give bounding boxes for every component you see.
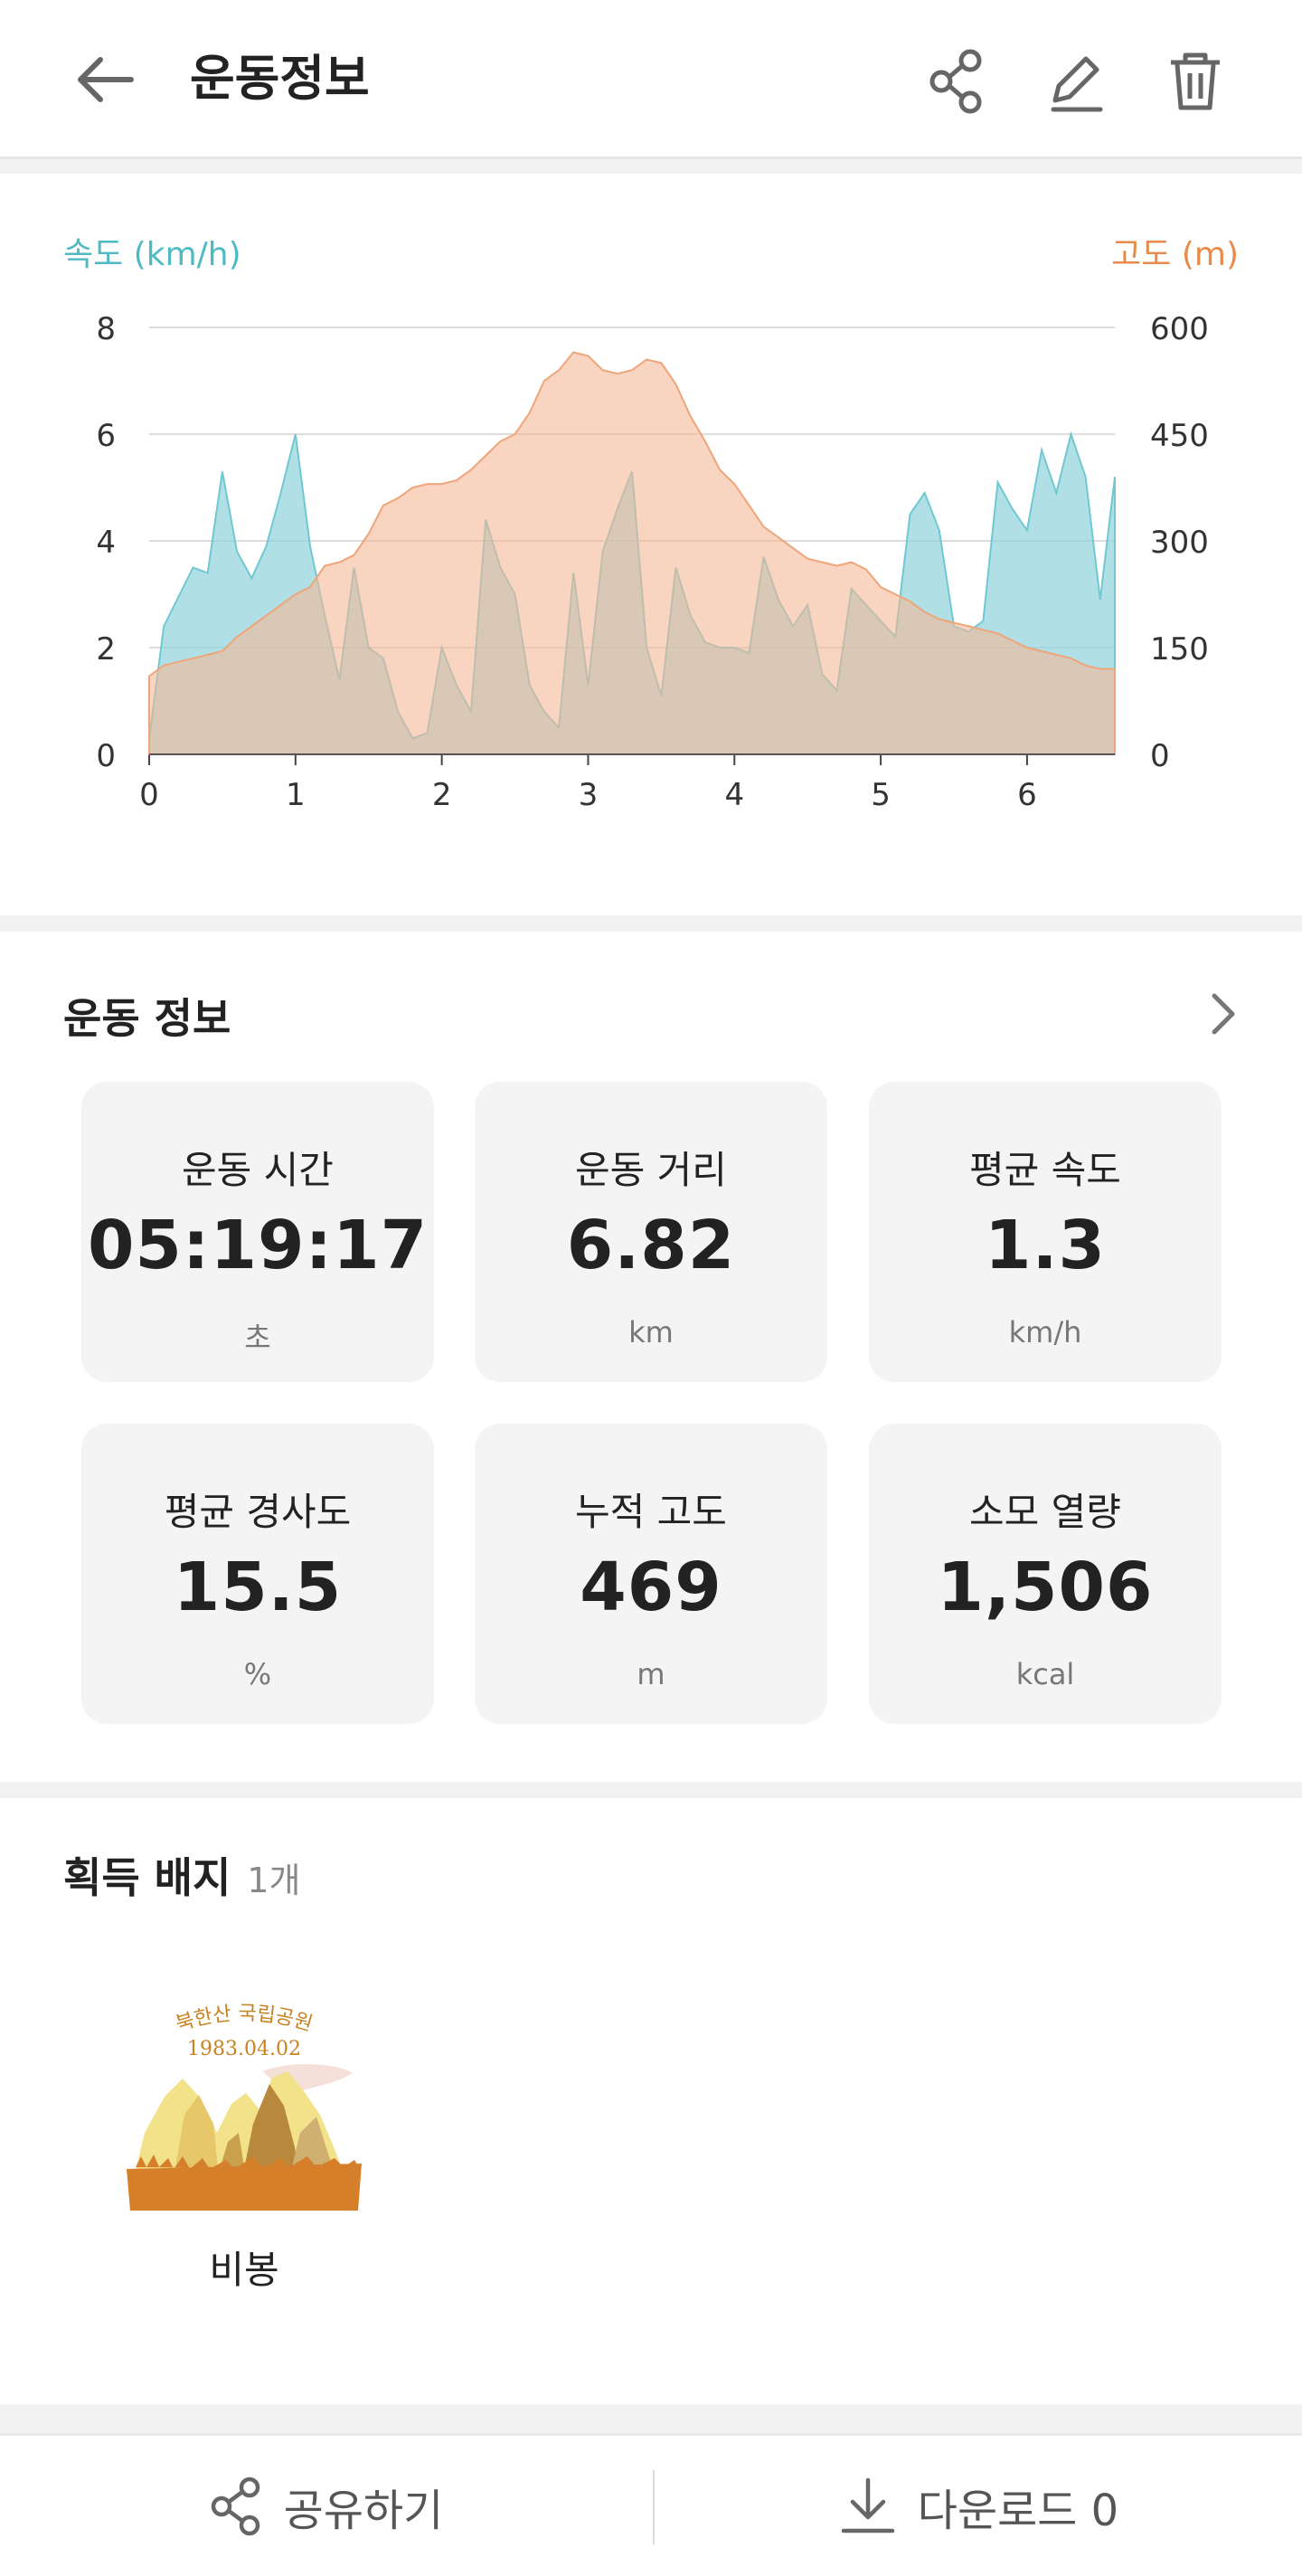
y-right-tick-label: 600: [1150, 311, 1209, 347]
badge-park-text: 북한산 국립공원: [174, 2003, 316, 2036]
download-icon: [841, 2477, 895, 2533]
stat-unit: km: [628, 1315, 674, 1350]
speed-axis-label: 속도 (km/h): [63, 236, 241, 273]
stat-value: 05:19:17: [87, 1207, 429, 1284]
altitude-axis-label: 고도 (m): [1111, 236, 1239, 273]
stat-card-calories: 소모 열량 1,506 kcal: [869, 1424, 1222, 1724]
share-icon: [211, 2477, 259, 2535]
stat-unit: km/h: [1008, 1315, 1082, 1350]
y-right-tick-label: 150: [1150, 631, 1209, 668]
share-action-label: 공유하기: [283, 2485, 444, 2536]
badges-section: 획득 배지 1개 북한산 국립공원 1983.04.02 비봉: [0, 1798, 1302, 2404]
share-icon: [929, 49, 982, 114]
badges-title: 획득 배지 1개: [63, 1845, 300, 1905]
x-tick-label: 2: [432, 777, 452, 813]
stat-value: 15.5: [173, 1548, 343, 1626]
stat-unit: 초: [244, 1321, 271, 1355]
y-left-tick-label: 4: [96, 525, 116, 561]
section-divider: [0, 2404, 1302, 2433]
edit-button[interactable]: [1038, 43, 1114, 119]
workout-info-section: 운동 정보 운동 시간 05:19:17 초 운동 거리 6.82 km 평균 …: [0, 932, 1302, 1782]
stat-value: 469: [580, 1548, 722, 1626]
stat-unit: kcal: [1015, 1657, 1075, 1691]
stat-label: 운동 거리: [575, 1148, 727, 1192]
chevron-right-icon: [1212, 993, 1235, 1035]
y-left-tick-label: 2: [96, 631, 116, 668]
y-right-tick-label: 450: [1150, 418, 1209, 454]
badges-count: 1개: [247, 1861, 301, 1900]
badge-item[interactable]: 북한산 국립공원 1983.04.02: [127, 1997, 362, 2214]
trash-icon: [1171, 52, 1220, 110]
stat-label: 운동 시간: [182, 1148, 334, 1192]
stat-unit: %: [243, 1657, 272, 1691]
edit-icon: [1051, 56, 1103, 112]
x-tick-label: 5: [871, 777, 891, 813]
y-left-tick-label: 8: [96, 311, 116, 347]
share-action-button[interactable]: 공유하기: [0, 2436, 651, 2576]
x-tick-label: 0: [139, 777, 159, 813]
badge-date-text: 1983.04.02: [187, 2038, 301, 2060]
workout-info-detail-button[interactable]: [1201, 982, 1246, 1046]
bottom-action-bar: 공유하기 다운로드 0: [0, 2433, 1302, 2576]
x-tick-label: 1: [286, 777, 306, 813]
section-divider: [0, 915, 1302, 932]
stat-unit: m: [637, 1657, 665, 1691]
download-action-label: 다운로드 0: [917, 2485, 1119, 2536]
section-divider: [0, 159, 1302, 174]
workout-info-title: 운동 정보: [63, 994, 231, 1043]
stat-value: 1.3: [984, 1207, 1107, 1284]
x-tick-label: 3: [579, 777, 599, 813]
y-right-tick-label: 0: [1150, 738, 1170, 774]
stat-value: 6.82: [566, 1207, 736, 1284]
svg-text:북한산 국립공원: 북한산 국립공원: [174, 2003, 316, 2036]
stat-value: 1,506: [937, 1548, 1154, 1626]
share-button[interactable]: [919, 43, 995, 119]
app-header: 운동정보: [0, 0, 1302, 159]
back-button[interactable]: [63, 45, 145, 114]
stat-label: 평균 속도: [969, 1148, 1121, 1192]
download-action-button[interactable]: 다운로드 0: [653, 2436, 1302, 2576]
page-title: 운동정보: [190, 50, 370, 107]
section-divider: [0, 1782, 1302, 1798]
stat-card-avg-speed: 평균 속도 1.3 km/h: [869, 1082, 1222, 1382]
stat-label: 누적 고도: [575, 1490, 727, 1534]
badge-name: 비봉: [209, 2248, 279, 2292]
stat-label: 평균 경사도: [164, 1490, 352, 1534]
y-left-tick-label: 0: [96, 738, 116, 774]
chart-section: 0 2 4 6 8 0 150 300 450 600 0 1 2 3 4 5 6 속도 (km/h) 고도 (…: [0, 174, 1302, 915]
y-right-tick-label: 300: [1150, 525, 1209, 561]
stat-card-elevation-gain: 누적 고도 469 m: [475, 1424, 827, 1724]
mountain-badge-icon: 북한산 국립공원 1983.04.02: [127, 2003, 362, 2211]
x-tick-label: 6: [1017, 777, 1037, 813]
x-tick-label: 4: [724, 777, 744, 813]
stat-card-distance: 운동 거리 6.82 km: [475, 1082, 827, 1382]
arrow-left-icon: [78, 57, 134, 102]
delete-button[interactable]: [1157, 43, 1233, 119]
stat-card-avg-slope: 평균 경사도 15.5 %: [81, 1424, 434, 1724]
badges-title-text: 획득 배지: [63, 1853, 231, 1902]
stat-card-duration: 운동 시간 05:19:17 초: [81, 1082, 434, 1382]
elevation-speed-chart: 0 2 4 6 8 0 150 300 450 600 0 1 2 3 4 5 6: [96, 311, 1209, 813]
stat-label: 소모 열량: [969, 1490, 1121, 1534]
y-left-tick-label: 6: [96, 418, 116, 454]
